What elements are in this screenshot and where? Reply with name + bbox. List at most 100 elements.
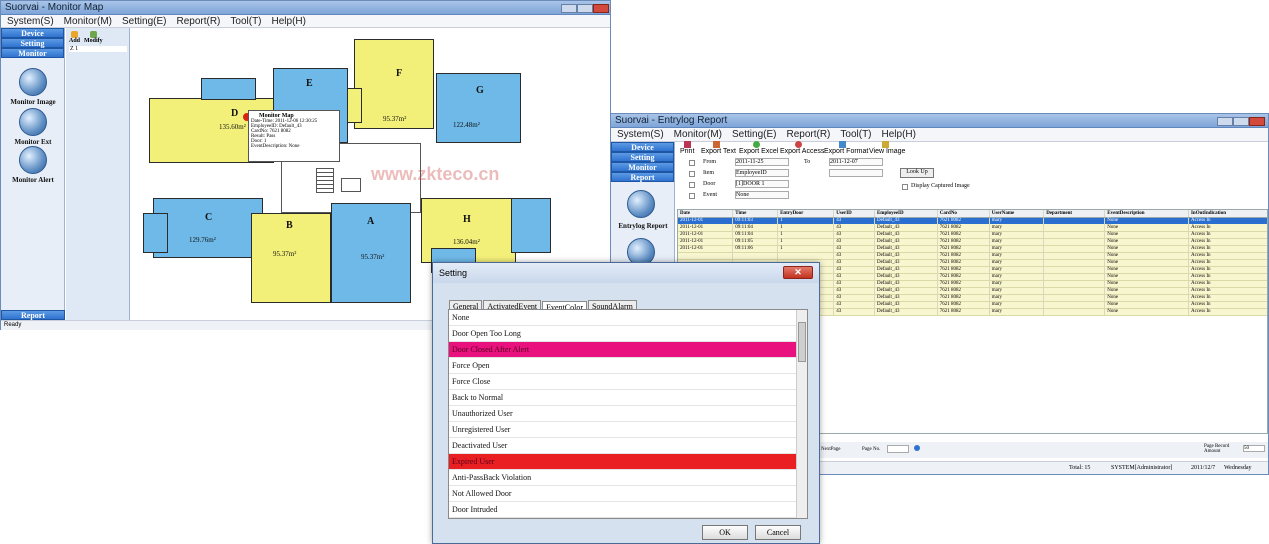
- nav-setting[interactable]: Setting: [1, 38, 64, 48]
- column-header[interactable]: EmployeeID: [874, 210, 938, 218]
- map-room-c[interactable]: [153, 198, 263, 258]
- column-header[interactable]: Time: [732, 210, 779, 218]
- from-date-field[interactable]: 2011-11-25: [735, 158, 789, 166]
- menu-report[interactable]: Report(R): [786, 129, 830, 140]
- monitor-alert-icon[interactable]: [19, 146, 47, 174]
- nav-setting[interactable]: Setting: [611, 152, 674, 162]
- event-color-item[interactable]: Force Close: [449, 374, 807, 390]
- table-row[interactable]: 2011-12-01 09:11:03 1 43 Default_43 7621 8082…: [678, 217, 1267, 224]
- event-color-item[interactable]: Door Intruded: [449, 502, 807, 518]
- table-cell: Access In: [1188, 287, 1267, 295]
- event-select[interactable]: None: [735, 191, 789, 199]
- event-checkbox[interactable]: [689, 193, 695, 199]
- event-color-item[interactable]: Back to Normal: [449, 390, 807, 406]
- menu-tool[interactable]: Tool(T): [840, 129, 871, 140]
- column-header[interactable]: Date: [678, 210, 734, 218]
- table-row[interactable]: 43Default_437621 8082maryNoneAccess InCa…: [678, 252, 1267, 260]
- close-button[interactable]: [593, 4, 609, 13]
- table-cell: [1043, 245, 1106, 253]
- to-date-field[interactable]: 2011-12-07: [829, 158, 883, 166]
- lookup-button[interactable]: Look Up: [900, 168, 934, 178]
- item-value-field[interactable]: [829, 169, 883, 177]
- from-checkbox[interactable]: [689, 160, 695, 166]
- event-color-item[interactable]: Expired User: [449, 454, 807, 470]
- event-color-item[interactable]: None: [449, 310, 807, 326]
- ok-button[interactable]: OK: [702, 525, 748, 540]
- column-header[interactable]: InOutIndication: [1188, 210, 1267, 218]
- column-header[interactable]: EventDescription: [1104, 210, 1189, 218]
- add-icon[interactable]: [71, 31, 78, 38]
- search-icon[interactable]: [914, 445, 920, 451]
- item-select[interactable]: EmployeeID: [735, 169, 789, 177]
- page-record-select[interactable]: 50: [1243, 445, 1265, 452]
- export-text-button[interactable]: Export Text: [701, 148, 736, 155]
- map-room-g[interactable]: [436, 73, 521, 143]
- menu-setting[interactable]: Setting(E): [732, 129, 776, 140]
- menu-monitor[interactable]: Monitor(M): [674, 129, 722, 140]
- cancel-button[interactable]: Cancel: [755, 525, 801, 540]
- event-color-item[interactable]: Force Open: [449, 358, 807, 374]
- close-button[interactable]: [1249, 117, 1265, 126]
- menu-report[interactable]: Report(R): [176, 16, 220, 27]
- column-header[interactable]: Department: [1043, 210, 1106, 218]
- table-row[interactable]: 2011-12-01 09:11:04 1 43 Default_43 7621 8082…: [678, 231, 1267, 239]
- menu-tool[interactable]: Tool(T): [230, 16, 261, 27]
- minimize-button[interactable]: [1217, 117, 1233, 126]
- table-cell: Default_43: [874, 252, 938, 260]
- event-color-item[interactable]: Not Allowed Door: [449, 486, 807, 502]
- nav-report[interactable]: Report: [1, 310, 65, 320]
- next-page-link[interactable]: NextPage: [821, 447, 840, 452]
- table-cell: mary: [989, 287, 1045, 295]
- event-color-item[interactable]: Unregistered User: [449, 422, 807, 438]
- dialog-close-icon[interactable]: ✕: [783, 266, 813, 279]
- column-header[interactable]: UserID: [833, 210, 875, 218]
- menu-help[interactable]: Help(H): [882, 129, 916, 140]
- page-no-input[interactable]: [887, 445, 909, 453]
- table-cell: Access In: [1188, 238, 1267, 246]
- menu-help[interactable]: Help(H): [272, 16, 306, 27]
- table-cell: None: [1104, 259, 1189, 267]
- display-image-checkbox[interactable]: [902, 184, 908, 190]
- menu-monitor[interactable]: Monitor(M): [64, 16, 112, 27]
- menu-system[interactable]: System(S): [7, 16, 54, 27]
- event-color-item[interactable]: Deactivated User: [449, 438, 807, 454]
- nav-monitor[interactable]: Monitor: [611, 162, 674, 172]
- event-color-item[interactable]: Unauthorized User: [449, 406, 807, 422]
- export-excel-button[interactable]: Export Excel: [739, 148, 778, 155]
- table-row[interactable]: 2011-12-01 09:11:04 1 43 Default_43 7621 8082…: [678, 224, 1267, 232]
- door-checkbox[interactable]: [689, 182, 695, 188]
- menu-system[interactable]: System(S): [617, 129, 664, 140]
- event-color-item[interactable]: Anti-PassBack Violation: [449, 470, 807, 486]
- tree-item[interactable]: Z 1: [69, 46, 127, 52]
- add-label[interactable]: Add: [69, 38, 80, 44]
- map-room-c-left: [143, 213, 168, 253]
- door-select[interactable]: [1]DOOR 1: [735, 180, 789, 188]
- event-color-item[interactable]: Door Closed After Alert: [449, 342, 807, 358]
- menu-setting[interactable]: Setting(E): [122, 16, 166, 27]
- entrylog-report-icon[interactable]: [627, 190, 655, 218]
- table-row[interactable]: 2011-12-01 09:11:05 1 43 Default_43 7621 8082…: [678, 238, 1267, 246]
- nav-monitor[interactable]: Monitor: [1, 48, 64, 58]
- minimize-button[interactable]: [561, 4, 577, 13]
- monitor-ext-icon[interactable]: [19, 108, 47, 136]
- scrollbar-thumb[interactable]: [798, 322, 806, 362]
- modify-icon[interactable]: [90, 31, 97, 38]
- print-button[interactable]: Print: [680, 148, 694, 155]
- column-header[interactable]: UserName: [989, 210, 1045, 218]
- item-checkbox[interactable]: [689, 171, 695, 177]
- column-header[interactable]: EntryDoor: [777, 210, 835, 218]
- event-color-item[interactable]: Door Open Too Long: [449, 326, 807, 342]
- nav-device[interactable]: Device: [611, 142, 674, 152]
- nav-device[interactable]: Device: [1, 28, 64, 38]
- column-header[interactable]: CardNo: [937, 210, 990, 218]
- maximize-button[interactable]: [1233, 117, 1249, 126]
- export-format-button[interactable]: Export Format: [824, 148, 868, 155]
- nav-report[interactable]: Report: [611, 172, 674, 182]
- table-row[interactable]: 2011-12-01 09:11:06 1 43 Default_43 7621 8082…: [678, 245, 1267, 253]
- export-access-button[interactable]: Export Access: [780, 148, 824, 155]
- maximize-button[interactable]: [577, 4, 593, 13]
- view-image-button[interactable]: View Image: [869, 148, 905, 155]
- list-scrollbar[interactable]: [796, 310, 807, 518]
- monitor-image-icon[interactable]: [19, 68, 47, 96]
- modify-label[interactable]: Modify: [84, 38, 103, 44]
